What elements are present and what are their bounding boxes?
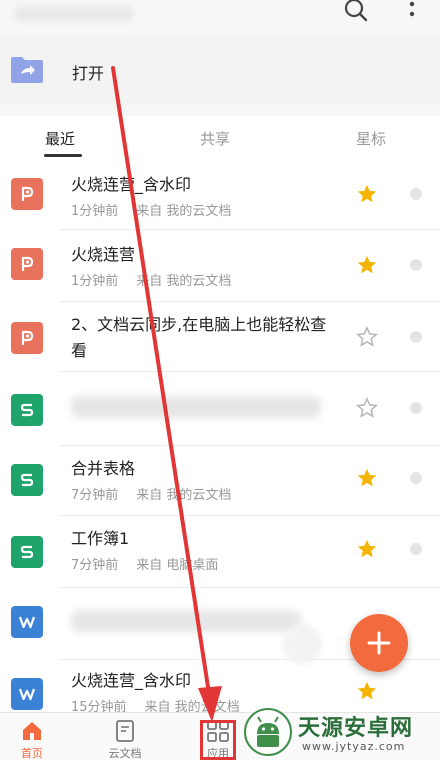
spreadsheet-file-icon [11,536,43,568]
file-row[interactable]: 2、文档云同步,在电脑上也能轻松查看 [0,302,440,372]
tab-recent[interactable]: 最近 [45,128,75,149]
star-filled-icon[interactable] [356,680,378,702]
tab-shared[interactable]: 共享 [200,128,230,149]
open-label: 打开 [72,64,105,83]
file-source: 来自 我的云文档 [136,488,232,503]
file-meta: 1分钟前 来自 我的云文档 [71,270,231,289]
blurred-header-title [14,6,134,22]
star-filled-icon[interactable] [356,538,378,560]
file-time: 7分钟前 [71,558,119,573]
status-dot [410,188,422,200]
nav-cloud-docs[interactable]: 云文档 [95,719,155,760]
status-dot [410,331,422,343]
site-watermark: 天源安卓网 www.jytyaz.com [240,704,440,760]
file-title: 火烧连营_含水印 [71,671,192,690]
android-logo-icon [244,708,292,756]
document-icon [116,720,134,742]
star-filled-icon[interactable] [356,467,378,489]
star-filled-icon[interactable] [356,254,378,276]
file-title: 火烧连营_含水印 [71,175,192,194]
file-meta: 1分钟前 来自 我的云文档 [71,200,231,219]
spreadsheet-file-icon [11,394,43,426]
file-meta: 7分钟前 来自 我的云文档 [71,484,231,503]
home-icon [23,722,41,740]
blurred-file-title [71,396,321,418]
file-row[interactable] [0,372,440,446]
watermark-url: www.jytyaz.com [302,740,406,753]
search-icon[interactable] [342,0,368,22]
status-dot [410,543,422,555]
nav-cloud-docs-label: 云文档 [108,747,142,760]
file-source: 来自 我的云文档 [136,204,232,219]
file-row[interactable]: 工作簿1 7分钟前 来自 电脑桌面 [0,516,440,588]
file-time: 1分钟前 [71,274,119,289]
status-dot [410,259,422,271]
watermark-title: 天源安卓网 [298,716,414,741]
status-dot [410,402,422,414]
file-row[interactable]: 火烧连营_含水印 1分钟前 来自 我的云文档 [0,158,440,230]
file-source: 来自 我的云文档 [136,274,232,289]
file-source: 来自 电脑桌面 [136,558,219,573]
add-button[interactable] [350,614,408,672]
open-folder-icon [11,57,43,83]
file-time: 7分钟前 [71,488,119,503]
file-time: 1分钟前 [71,204,119,219]
status-dot [410,472,422,484]
top-bar [0,0,440,38]
file-row[interactable]: 合并表格 7分钟前 来自 我的云文档 [0,446,440,516]
faded-overlay-button [282,624,322,664]
open-file-row[interactable]: 打开 [0,38,440,104]
star-filled-icon[interactable] [356,183,378,205]
document-file-icon [11,678,43,710]
spreadsheet-file-icon [11,464,43,496]
file-title: 火烧连营 [71,245,136,264]
star-outline-icon[interactable] [356,326,378,348]
presentation-file-icon [11,322,43,354]
annotation-highlight-box [200,720,236,760]
presentation-file-icon [11,248,43,280]
file-meta: 7分钟前 来自 电脑桌面 [71,554,218,573]
file-title: 工作簿1 [71,529,130,548]
presentation-file-icon [11,178,43,210]
document-file-icon [11,606,43,638]
more-vertical-icon[interactable] [402,0,422,24]
blurred-file-title [71,610,301,632]
file-title: 2、文档云同步,在电脑上也能轻松查看 [71,315,327,360]
section-divider [0,104,440,116]
star-outline-icon[interactable] [356,397,378,419]
tab-starred[interactable]: 星标 [356,128,386,149]
file-tabs: 最近 共享 星标 [0,116,440,158]
nav-home[interactable]: 首页 [2,719,62,760]
nav-home-label: 首页 [21,747,43,760]
active-tab-indicator [44,154,82,157]
file-row[interactable]: 火烧连营 1分钟前 来自 我的云文档 [0,230,440,302]
plus-icon [367,631,391,655]
file-title: 合并表格 [71,459,136,478]
